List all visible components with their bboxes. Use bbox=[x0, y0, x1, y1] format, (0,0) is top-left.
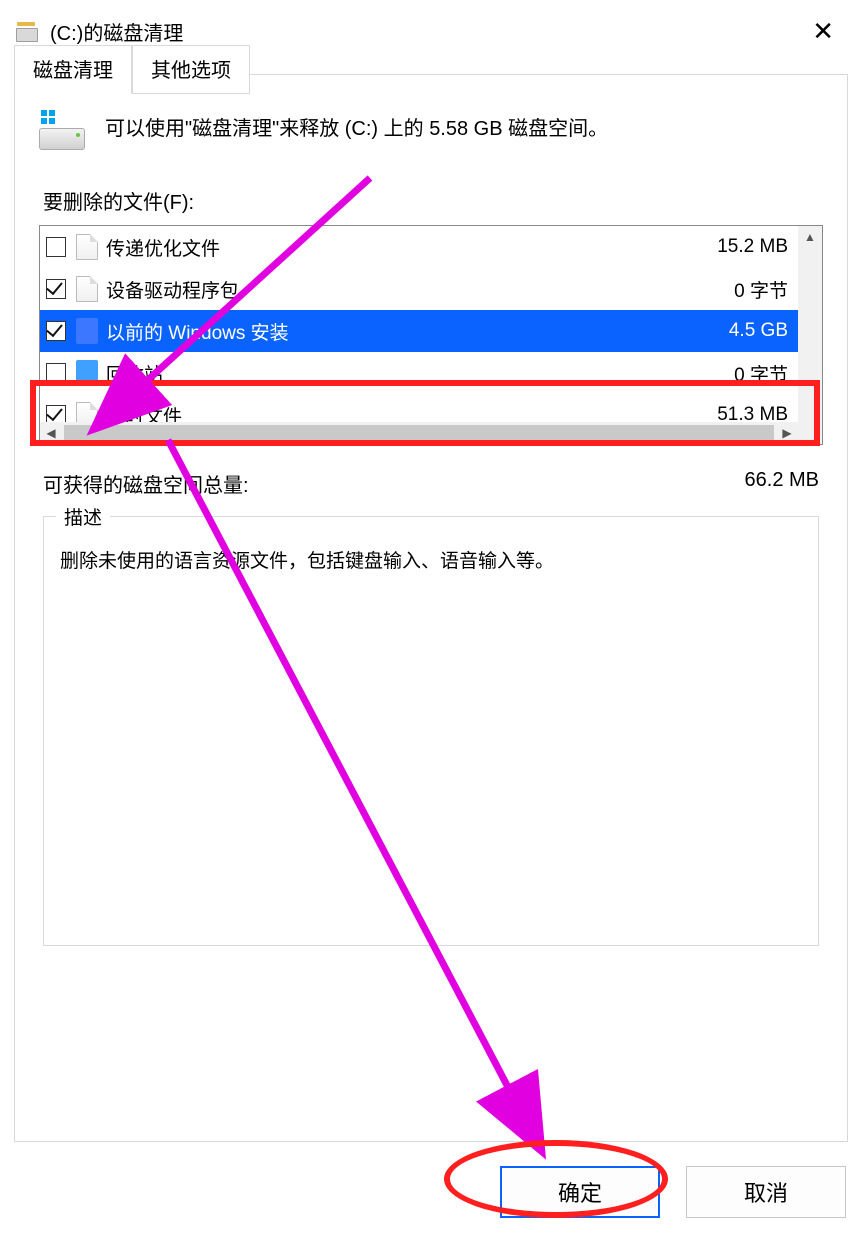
intro-text: 可以使用"磁盘清理"来释放 (C:) 上的 5.58 GB 磁盘空间。 bbox=[105, 112, 608, 144]
description-legend: 描述 bbox=[56, 503, 110, 530]
files-to-delete-label: 要删除的文件(F): bbox=[43, 186, 823, 215]
file-size: 15.2 MB bbox=[707, 236, 788, 258]
checkbox[interactable] bbox=[46, 237, 66, 257]
dialog-body: 磁盘清理 其他选项 可以使用"磁盘清理"来释放 (C:) 上的 5.58 GB … bbox=[14, 74, 848, 1142]
file-list-row[interactable]: 回收站0 字节 bbox=[40, 352, 798, 394]
file-list-row[interactable]: 以前的 Windows 安装4.5 GB bbox=[40, 310, 798, 352]
window-title: (C:)的磁盘清理 bbox=[50, 17, 798, 46]
checkbox[interactable] bbox=[46, 363, 66, 383]
vertical-scrollbar[interactable]: ▲ ▼ bbox=[798, 226, 822, 444]
page-icon bbox=[76, 234, 98, 260]
checkbox[interactable] bbox=[46, 279, 66, 299]
description-group: 描述 删除未使用的语言资源文件，包括键盘输入、语音输入等。 bbox=[43, 516, 819, 946]
page-icon bbox=[76, 276, 98, 302]
cancel-button[interactable]: 取消 bbox=[686, 1166, 846, 1218]
file-size: 4.5 GB bbox=[719, 320, 788, 342]
file-list-row[interactable]: 设备驱动程序包0 字节 bbox=[40, 268, 798, 310]
scroll-right-icon[interactable]: ▶ bbox=[776, 426, 798, 440]
file-label: 以前的 Windows 安装 bbox=[106, 318, 719, 345]
tab-bar: 磁盘清理 其他选项 bbox=[14, 45, 847, 94]
folder-icon bbox=[76, 318, 98, 344]
tab-other-options[interactable]: 其他选项 bbox=[132, 45, 250, 94]
ok-button[interactable]: 确定 bbox=[500, 1166, 660, 1218]
scroll-up-icon[interactable]: ▲ bbox=[798, 226, 822, 248]
file-size: 0 字节 bbox=[724, 276, 788, 303]
file-list: 传递优化文件15.2 MB设备驱动程序包0 字节以前的 Windows 安装4.… bbox=[39, 225, 823, 445]
file-label: 回收站 bbox=[106, 360, 724, 387]
scroll-left-icon[interactable]: ◀ bbox=[40, 426, 62, 440]
bin-icon bbox=[76, 360, 98, 386]
drive-icon bbox=[39, 116, 87, 152]
total-space-label: 可获得的磁盘空间总量: bbox=[43, 469, 249, 498]
horizontal-scrollbar[interactable]: ◀ ▶ bbox=[40, 422, 798, 444]
file-label: 传递优化文件 bbox=[106, 234, 707, 261]
file-list-row[interactable]: 传递优化文件15.2 MB bbox=[40, 226, 798, 268]
file-size: 0 字节 bbox=[724, 360, 788, 387]
tab-disk-cleanup[interactable]: 磁盘清理 bbox=[14, 45, 132, 94]
file-label: 设备驱动程序包 bbox=[106, 276, 724, 303]
disk-cleanup-icon bbox=[14, 19, 38, 43]
checkbox[interactable] bbox=[46, 321, 66, 341]
description-text: 删除未使用的语言资源文件，包括键盘输入、语音输入等。 bbox=[60, 547, 802, 577]
total-space-value: 66.2 MB bbox=[745, 469, 819, 498]
scroll-thumb[interactable] bbox=[64, 425, 774, 441]
